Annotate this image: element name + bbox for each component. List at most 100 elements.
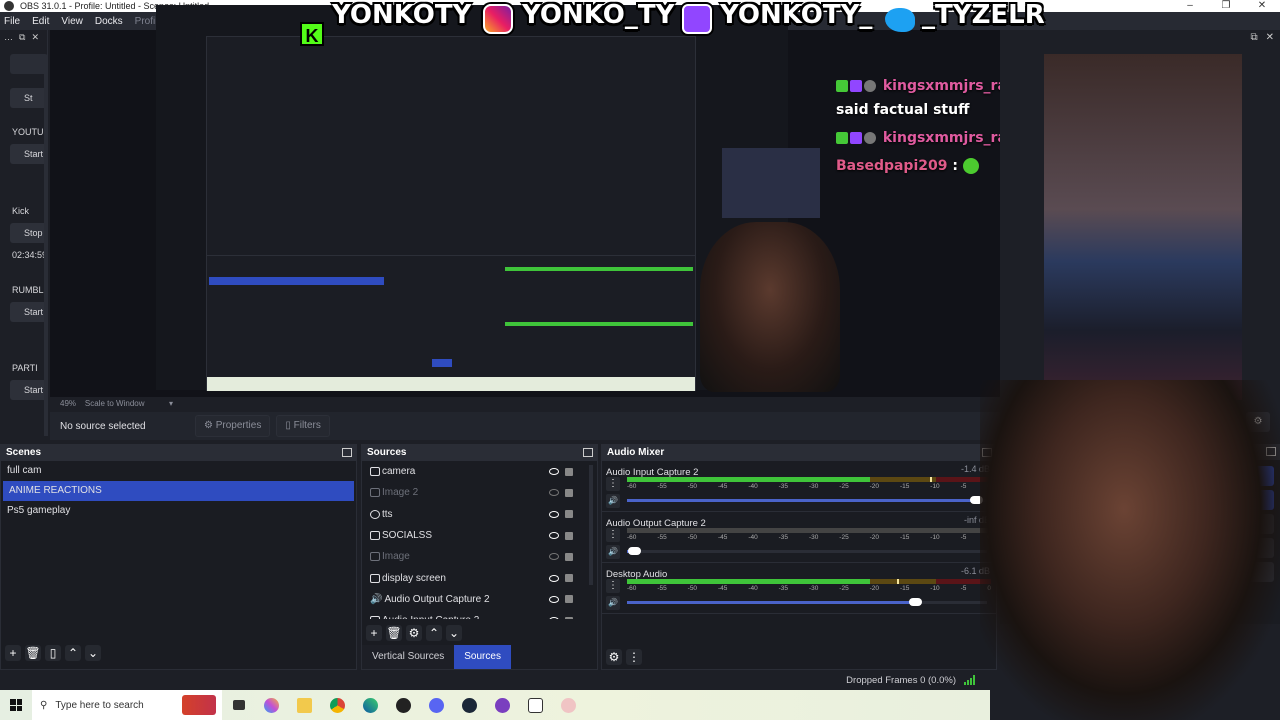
menu-view[interactable]: View	[61, 16, 83, 27]
tab-vertical-sources[interactable]: Vertical Sources	[362, 645, 455, 669]
channel-menu-button[interactable]: ⋮	[606, 477, 620, 491]
studio-mode-button[interactable]	[1004, 538, 1274, 558]
advanced-audio-button[interactable]: ⚙	[606, 649, 622, 665]
snipping-icon[interactable]	[552, 690, 585, 720]
mute-toggle[interactable]: 🔊	[606, 545, 620, 559]
visibility-toggle[interactable]	[549, 468, 559, 476]
source-item[interactable]: Image	[362, 546, 597, 567]
source-item[interactable]: tts	[362, 504, 597, 525]
lock-toggle[interactable]	[565, 595, 573, 604]
mute-toggle[interactable]: 🔊	[606, 596, 620, 610]
sources-scrollbar[interactable]	[589, 465, 593, 585]
lock-toggle[interactable]	[565, 574, 573, 583]
source-properties-button[interactable]: ⚙	[406, 625, 422, 641]
source-item[interactable]: camera	[362, 461, 597, 482]
discord-icon[interactable]	[420, 690, 453, 720]
chrome-icon[interactable]	[321, 690, 354, 720]
menu-file[interactable]: File	[4, 16, 20, 27]
vertical-settings-button[interactable]	[1214, 412, 1238, 432]
lock-toggle[interactable]	[565, 616, 573, 619]
visibility-toggle[interactable]	[549, 553, 559, 561]
start-recording-button[interactable]	[1004, 490, 1274, 510]
settings-button[interactable]	[1004, 562, 1274, 582]
visibility-toggle[interactable]	[549, 532, 559, 540]
lock-toggle[interactable]	[565, 531, 573, 540]
visibility-toggle[interactable]	[549, 617, 559, 619]
move-up-button[interactable]: ⌃	[426, 625, 442, 641]
visibility-toggle[interactable]	[549, 574, 559, 582]
scene-item[interactable]: full cam	[1, 461, 356, 481]
edge-icon[interactable]	[354, 690, 387, 720]
undock-icon[interactable]: ⧉	[1250, 32, 1257, 43]
menu-docks[interactable]: Docks	[95, 16, 123, 27]
mixer-menu-button[interactable]: ⋮	[626, 649, 642, 665]
menu-edit[interactable]: Edit	[32, 16, 49, 27]
vertical-config-button[interactable]: ⚙	[1246, 412, 1270, 432]
channel-menu-button[interactable]: ⋮	[606, 579, 620, 593]
steam-icon[interactable]	[453, 690, 486, 720]
properties-button[interactable]: ⚙ Properties	[195, 415, 271, 437]
lock-toggle[interactable]	[565, 488, 573, 497]
dock-stop-all-button[interactable]: St	[10, 88, 48, 108]
chevron-down-icon[interactable]: ▾	[169, 399, 173, 408]
start-button[interactable]	[0, 690, 32, 720]
task-view-icon[interactable]	[222, 690, 255, 720]
visibility-toggle[interactable]	[549, 510, 559, 518]
visibility-toggle[interactable]	[549, 595, 559, 603]
lock-toggle[interactable]	[565, 510, 573, 519]
file-explorer-icon[interactable]	[288, 690, 321, 720]
lock-toggle[interactable]	[565, 467, 573, 476]
kick-stop-button[interactable]: Stop	[10, 223, 48, 243]
copilot-icon[interactable]	[255, 690, 288, 720]
undock-icon[interactable]	[1266, 447, 1276, 456]
undock-icon[interactable]	[982, 448, 992, 457]
visibility-toggle[interactable]	[549, 489, 559, 497]
scene-item[interactable]: Ps5 gameplay	[1, 501, 356, 521]
source-item[interactable]: SOCIALSS	[362, 525, 597, 546]
close-icon[interactable]: ✕	[1266, 32, 1274, 43]
virtual-camera-button[interactable]	[1004, 514, 1274, 534]
add-source-button[interactable]: +	[366, 625, 382, 641]
volume-slider-handle[interactable]	[628, 547, 642, 555]
rumble-start-button[interactable]: Start	[10, 302, 48, 322]
scale-mode-select[interactable]: Scale to Window	[85, 399, 145, 408]
tab-sources[interactable]: Sources	[454, 645, 511, 669]
obs-icon[interactable]	[387, 690, 420, 720]
vertical-stream-button[interactable]: ◉	[1016, 412, 1046, 432]
filters-button[interactable]: ▯ Filters	[276, 415, 330, 437]
minimize-button[interactable]: –	[1172, 0, 1208, 12]
undock-icon[interactable]	[342, 448, 352, 457]
vertical-preview-canvas[interactable]	[1044, 54, 1242, 400]
volume-slider[interactable]	[627, 547, 987, 555]
dock-scrollbar[interactable]	[44, 66, 48, 436]
undock-icon[interactable]	[583, 448, 593, 457]
undock-icon[interactable]: ⧉	[19, 32, 25, 43]
channel-menu-button[interactable]: ⋮	[606, 528, 620, 542]
add-scene-button[interactable]: +	[5, 645, 21, 661]
parti-start-button[interactable]: Start	[10, 380, 48, 400]
restore-button[interactable]: ❐	[1208, 0, 1244, 12]
dock-top-field[interactable]	[10, 54, 48, 74]
volume-slider[interactable]	[627, 496, 987, 504]
start-streaming-button[interactable]	[1004, 466, 1274, 486]
app-icon[interactable]	[486, 690, 519, 720]
capcut-icon[interactable]	[519, 690, 552, 720]
source-item[interactable]: Audio Input Capture 2	[362, 610, 597, 619]
close-icon[interactable]: ✕	[31, 32, 39, 43]
lock-toggle[interactable]	[565, 552, 573, 561]
move-down-button[interactable]: ⌄	[446, 625, 462, 641]
scene-filters-button[interactable]: ▯	[45, 645, 61, 661]
source-item[interactable]: display screen	[362, 567, 597, 588]
remove-source-button[interactable]: 🗑	[386, 625, 402, 641]
volume-slider-handle[interactable]	[970, 496, 984, 504]
scene-item-selected[interactable]: ANIME REACTIONS	[3, 481, 354, 501]
mute-toggle[interactable]: 🔊	[606, 494, 620, 508]
move-up-button[interactable]: ⌃	[65, 645, 81, 661]
volume-slider-handle[interactable]	[909, 598, 922, 606]
remove-scene-button[interactable]: 🗑	[25, 645, 41, 661]
taskbar-search[interactable]: ⚲ Type here to search	[32, 690, 222, 720]
source-item[interactable]: Image 2	[362, 482, 597, 503]
close-button[interactable]: ✕	[1244, 0, 1280, 12]
youtube-start-button[interactable]: Start	[10, 144, 48, 164]
move-down-button[interactable]: ⌄	[85, 645, 101, 661]
